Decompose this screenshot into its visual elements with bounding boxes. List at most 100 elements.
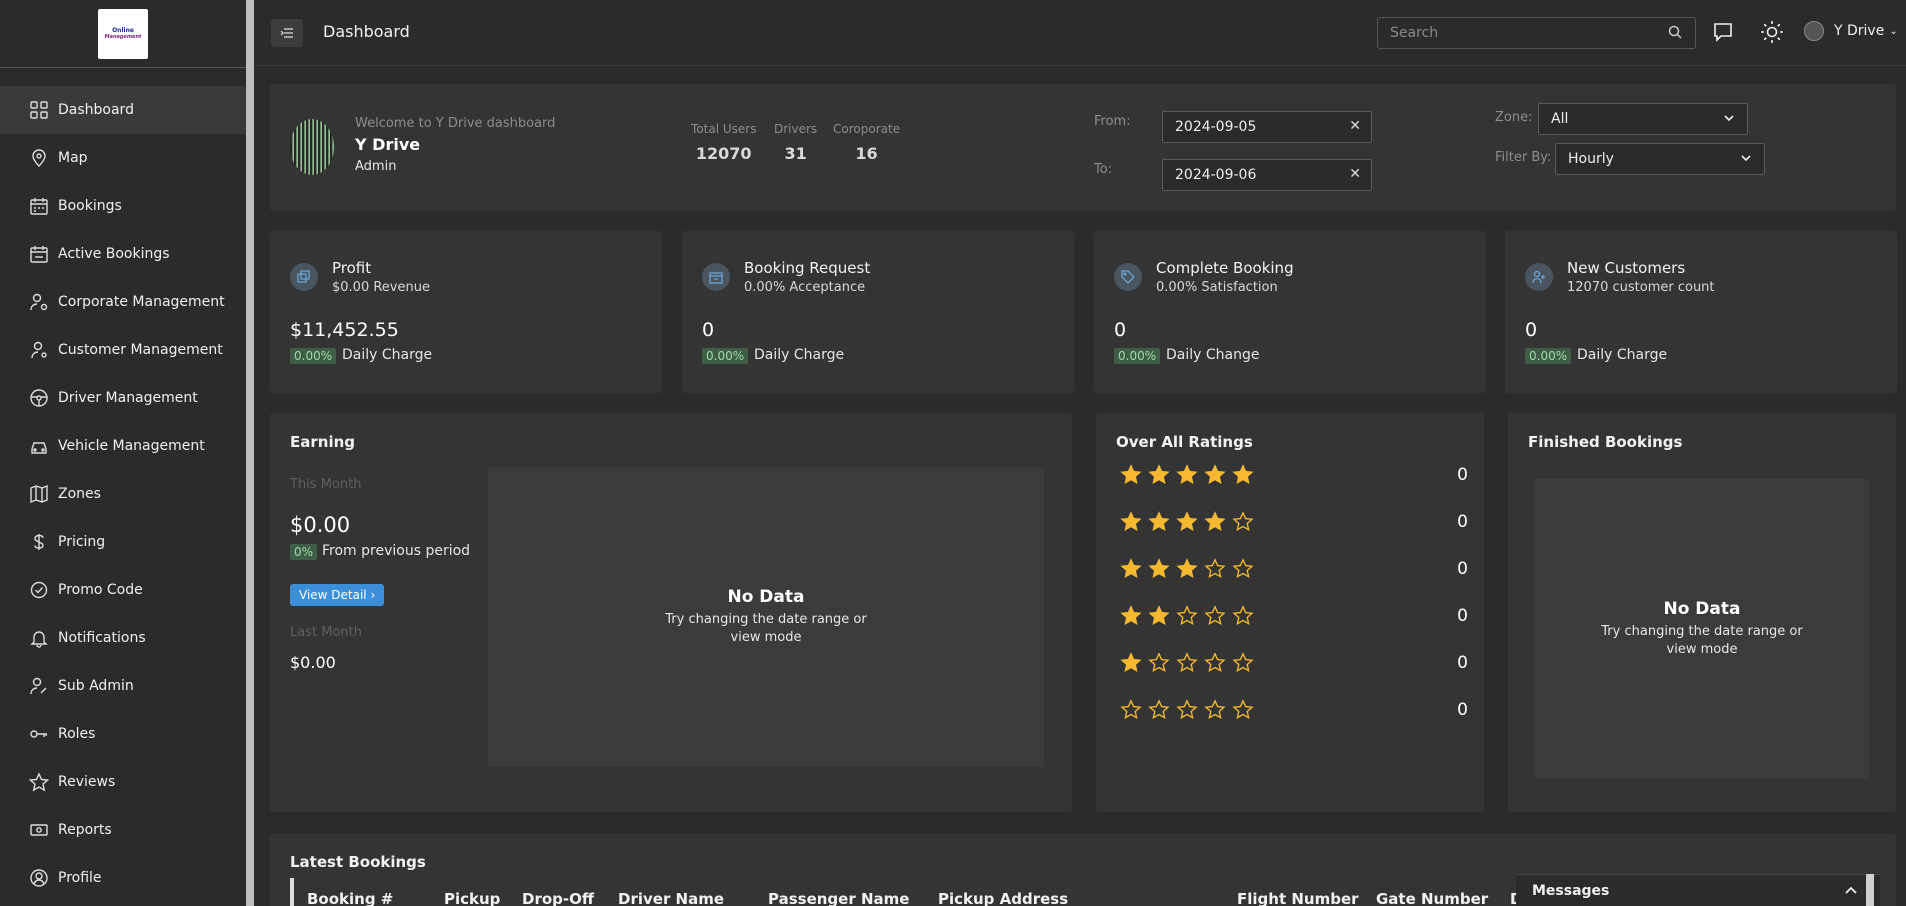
- stat-total-users: Total Users 12070: [691, 122, 756, 163]
- sidebar-item-label: Vehicle Management: [58, 438, 205, 454]
- sidebar-item-bookings[interactable]: Bookings: [0, 182, 246, 230]
- finished-chart-empty: No Data Try changing the date range or v…: [1535, 479, 1869, 779]
- complete-booking-card: Complete Booking 0.00% Satisfaction 0 0.…: [1094, 231, 1486, 393]
- filter-select[interactable]: Hourly: [1555, 143, 1765, 175]
- sidebar-item-map[interactable]: Map: [0, 134, 246, 182]
- card-note: Daily Change: [1166, 347, 1260, 363]
- star-group: [1120, 511, 1254, 533]
- stat-value: 31: [784, 144, 807, 163]
- star-outline-icon: [1120, 699, 1142, 720]
- status-badge: 0.00%: [290, 348, 337, 364]
- stat-value: 16: [855, 144, 878, 163]
- last-month-label: Last Month: [290, 625, 362, 640]
- card-note: Daily Charge: [1577, 347, 1668, 363]
- menu-toggle-button[interactable]: [271, 19, 303, 47]
- star-filled-icon: [1120, 652, 1142, 673]
- sidebar-item-sub-admin[interactable]: Sub Admin: [0, 662, 246, 710]
- rating-row: 0: [1120, 696, 1468, 724]
- new-customers-card: New Customers 12070 customer count 0 0.0…: [1505, 231, 1897, 393]
- sidebar-item-notifications[interactable]: Notifications: [0, 614, 246, 662]
- chevron-right-icon: ›: [370, 588, 376, 602]
- sidebar-scrollbar[interactable]: [246, 0, 254, 906]
- sidebar-item-pricing[interactable]: Pricing: [0, 518, 246, 566]
- zone-select[interactable]: All: [1538, 103, 1748, 135]
- ratings-card: Over All Ratings 0 0 0 0 0 0: [1096, 413, 1484, 812]
- star-outline-icon: [1232, 511, 1254, 532]
- column-header[interactable]: Pickup: [444, 890, 500, 906]
- star-outline-icon: [1232, 558, 1254, 579]
- chevron-up-icon[interactable]: [1844, 883, 1858, 897]
- card-title: Latest Bookings: [290, 853, 426, 871]
- finished-bookings-card: Finished Bookings No Data Try changing t…: [1508, 413, 1896, 812]
- sidebar-item-reports[interactable]: Reports: [0, 806, 246, 854]
- sidebar-item-active-bookings[interactable]: Active Bookings: [0, 230, 246, 278]
- column-header[interactable]: Gate Number: [1376, 890, 1488, 906]
- sidebar-item-label: Customer Management: [58, 342, 223, 358]
- from-date-field[interactable]: 2024-09-05 ✕: [1162, 111, 1372, 143]
- sidebar-item-label: Sub Admin: [58, 678, 134, 694]
- rating-row: 0: [1120, 461, 1468, 489]
- column-header[interactable]: Drop-Off: [522, 890, 594, 906]
- filter-label: Filter By:: [1495, 150, 1552, 165]
- star-filled-icon: [1120, 605, 1142, 626]
- user-settings-icon: [31, 341, 47, 359]
- sidebar-item-driver-management[interactable]: Driver Management: [0, 374, 246, 422]
- topbar: Dashboard Y Drive ⌄: [254, 0, 1906, 66]
- chat-icon[interactable]: [1712, 21, 1734, 43]
- logo-line1: Online: [112, 27, 134, 34]
- sidebar-item-zones[interactable]: Zones: [0, 470, 246, 518]
- status-badge: 0.00%: [702, 348, 749, 364]
- to-date-field[interactable]: 2024-09-06 ✕: [1162, 159, 1372, 191]
- card-note: Daily Charge: [754, 347, 845, 363]
- sidebar-item-label: Reports: [58, 822, 112, 838]
- rating-count: 0: [1457, 512, 1468, 532]
- star-filled-icon: [1120, 464, 1142, 485]
- rating-count: 0: [1457, 653, 1468, 673]
- logo-line2: Management: [104, 34, 142, 40]
- sidebar-item-customer-management[interactable]: Customer Management: [0, 326, 246, 374]
- sidebar-item-roles[interactable]: Roles: [0, 710, 246, 758]
- calendar-icon: [30, 198, 48, 215]
- tag-icon: [1114, 263, 1142, 291]
- view-detail-label: View Detail: [299, 588, 367, 602]
- column-header[interactable]: Booking #: [307, 890, 393, 906]
- user-menu[interactable]: Y Drive ⌄: [1804, 21, 1898, 41]
- logo[interactable]: Online Management: [98, 8, 148, 59]
- sidebar-item-label: Map: [58, 150, 88, 166]
- card-value: 0: [702, 319, 715, 341]
- star-filled-icon: [1176, 558, 1198, 579]
- search-input[interactable]: [1377, 17, 1696, 49]
- column-header[interactable]: Driver Name: [618, 890, 724, 906]
- card-title: New Customers: [1567, 259, 1686, 277]
- card-title: Complete Booking: [1156, 259, 1294, 277]
- column-header[interactable]: Pickup Address: [938, 890, 1068, 906]
- clear-icon[interactable]: ✕: [1349, 118, 1361, 134]
- nodata-title: No Data: [727, 587, 805, 607]
- star-outline-icon: [1204, 699, 1226, 720]
- column-header[interactable]: Flight Number: [1237, 890, 1359, 906]
- sidebar-item-vehicle-management[interactable]: Vehicle Management: [0, 422, 246, 470]
- messages-panel[interactable]: Messages: [1516, 874, 1880, 906]
- sidebar-item-dashboard[interactable]: Dashboard: [0, 86, 246, 134]
- main-scrollbar[interactable]: [1866, 874, 1874, 906]
- card-title: Finished Bookings: [1528, 433, 1683, 451]
- column-header[interactable]: Passenger Name: [768, 890, 909, 906]
- sidebar-item-label: Driver Management: [58, 390, 198, 406]
- search-icon[interactable]: [1668, 25, 1682, 39]
- sidebar-item-profile[interactable]: Profile: [0, 854, 246, 902]
- view-detail-button[interactable]: View Detail ›: [290, 584, 385, 606]
- sidebar-item-corporate-management[interactable]: Corporate Management: [0, 278, 246, 326]
- card-title: Over All Ratings: [1116, 433, 1253, 451]
- avatar: [290, 119, 334, 175]
- sun-icon[interactable]: [1760, 20, 1784, 44]
- zone-label: Zone:: [1495, 110, 1533, 125]
- steering-wheel-icon: [30, 389, 48, 407]
- sidebar-item-reviews[interactable]: Reviews: [0, 758, 246, 806]
- card-subtitle: 0.00% Satisfaction: [1156, 280, 1278, 295]
- clear-icon[interactable]: ✕: [1349, 166, 1361, 182]
- copy-icon: [290, 263, 318, 291]
- stat-corporate: Coroporate 16: [833, 122, 900, 163]
- sidebar-nav: Dashboard Map Bookings Active Bookings C…: [0, 86, 246, 902]
- card-subtitle: 12070 customer count: [1567, 280, 1715, 295]
- sidebar-item-promo-code[interactable]: Promo Code: [0, 566, 246, 614]
